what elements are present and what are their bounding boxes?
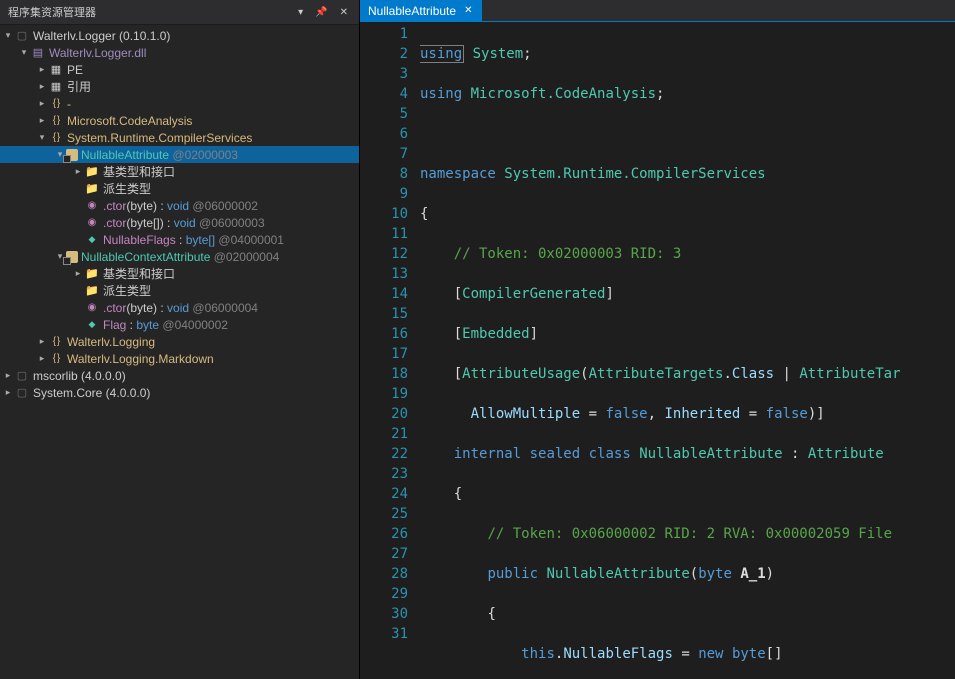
tab-nullableattribute[interactable]: NullableAttribute ✕	[360, 0, 482, 21]
assembly-icon	[14, 368, 30, 384]
twisty-icon[interactable]: ▸	[36, 115, 48, 126]
tree-refs[interactable]: ▸ ▦ 引用	[0, 78, 359, 95]
dropdown-icon[interactable]: ▾	[295, 7, 306, 18]
twisty-icon[interactable]: ▸	[36, 353, 48, 364]
tree-label: System.Runtime.CompilerServices	[67, 131, 252, 145]
namespace-icon	[48, 351, 64, 367]
tree-field[interactable]: Flag : byte @04000002	[0, 316, 359, 333]
panel-title: 程序集资源管理器	[8, 4, 289, 20]
tree-field[interactable]: NullableFlags : byte[] @04000001	[0, 231, 359, 248]
tab-label: NullableAttribute	[368, 4, 456, 18]
method-icon	[84, 215, 100, 231]
tree-label: .ctor(byte[]) : void @06000003	[103, 216, 265, 230]
field-icon	[84, 317, 100, 333]
tree-label: 派生类型	[103, 282, 151, 299]
tree-label: Microsoft.CodeAnalysis	[67, 114, 192, 128]
twisty-icon[interactable]: ▾	[18, 47, 30, 58]
tree-label: NullableFlags : byte[] @04000001	[103, 233, 284, 247]
class-icon	[66, 251, 78, 263]
tree-method[interactable]: .ctor(byte) : void @06000004	[0, 299, 359, 316]
tree-label: 基类型和接口	[103, 163, 175, 180]
twisty-icon[interactable]: ▸	[72, 268, 84, 279]
folder-icon	[84, 283, 100, 299]
tree-label: Walterlv.Logging	[67, 335, 155, 349]
tree-method[interactable]: .ctor(byte) : void @06000002	[0, 197, 359, 214]
twisty-icon[interactable]: ▸	[36, 336, 48, 347]
tree-method[interactable]: .ctor(byte[]) : void @06000003	[0, 214, 359, 231]
tree-asm[interactable]: ▸ System.Core (4.0.0.0)	[0, 384, 359, 401]
tree-ns-dash[interactable]: ▸ -	[0, 95, 359, 112]
tree-label: Walterlv.Logging.Markdown	[67, 352, 214, 366]
method-icon	[84, 198, 100, 214]
pin-icon[interactable]: 📌	[312, 7, 330, 18]
twisty-icon[interactable]: ▸	[2, 370, 14, 381]
panel-header: 程序集资源管理器 ▾ 📌 ✕	[0, 0, 359, 25]
field-icon	[84, 232, 100, 248]
tree-ns[interactable]: ▸ Microsoft.CodeAnalysis	[0, 112, 359, 129]
tree-label: .ctor(byte) : void @06000002	[103, 199, 258, 213]
tree-folder[interactable]: ▸ 基类型和接口	[0, 163, 359, 180]
tree-pe[interactable]: ▸ ▦ PE	[0, 61, 359, 78]
class-icon	[66, 149, 78, 161]
assembly-icon	[14, 28, 30, 44]
twisty-icon[interactable]: ▾	[36, 132, 48, 143]
twisty-icon[interactable]: ▸	[2, 387, 14, 398]
tree-class[interactable]: ▾ NullableContextAttribute @02000004	[0, 248, 359, 265]
namespace-icon	[48, 96, 64, 112]
tree-label: .ctor(byte) : void @06000004	[103, 301, 258, 315]
tree-label: Walterlv.Logger.dll	[49, 46, 146, 60]
twisty-icon[interactable]: ▾	[2, 30, 14, 41]
tree-ns[interactable]: ▸ Walterlv.Logging.Markdown	[0, 350, 359, 367]
assembly-icon	[14, 385, 30, 401]
twisty-icon[interactable]: ▸	[36, 81, 48, 92]
twisty-icon[interactable]: ▸	[72, 166, 84, 177]
tree-label: Flag : byte @04000002	[103, 318, 228, 332]
twisty-icon[interactable]: ▸	[36, 64, 48, 75]
tree-label: 引用	[67, 78, 91, 95]
code-editor[interactable]: 1234567891011121314151617181920212223242…	[360, 22, 955, 679]
tree-folder[interactable]: 派生类型	[0, 180, 359, 197]
tree-label: NullableContextAttribute @02000004	[81, 250, 279, 264]
tab-bar: NullableAttribute ✕	[360, 0, 955, 22]
assembly-explorer-panel: 程序集资源管理器 ▾ 📌 ✕ ▾ Walterlv.Logger (0.10.1…	[0, 0, 360, 679]
pe-icon: ▦	[48, 62, 64, 78]
tree-label: System.Core (4.0.0.0)	[33, 386, 150, 400]
tree-ns[interactable]: ▾ System.Runtime.CompilerServices	[0, 129, 359, 146]
tree-label: NullableAttribute @02000003	[81, 148, 238, 162]
line-gutter: 1234567891011121314151617181920212223242…	[360, 22, 420, 679]
tree-label: Walterlv.Logger (0.10.1.0)	[33, 29, 170, 43]
close-icon[interactable]: ✕	[337, 7, 351, 18]
folder-icon	[84, 266, 100, 282]
tree-ns[interactable]: ▸ Walterlv.Logging	[0, 333, 359, 350]
refs-icon: ▦	[48, 79, 64, 95]
tree-label: 派生类型	[103, 180, 151, 197]
tree-asm-root[interactable]: ▾ Walterlv.Logger (0.10.1.0)	[0, 27, 359, 44]
close-tab-icon[interactable]: ✕	[462, 5, 474, 16]
tree-asm[interactable]: ▸ mscorlib (4.0.0.0)	[0, 367, 359, 384]
tree-label: -	[67, 97, 71, 111]
tree-label: mscorlib (4.0.0.0)	[33, 369, 126, 383]
editor-pane: NullableAttribute ✕ 12345678910111213141…	[360, 0, 955, 679]
twisty-icon[interactable]: ▸	[36, 98, 48, 109]
namespace-icon	[48, 113, 64, 129]
folder-icon	[84, 181, 100, 197]
tree-class[interactable]: ▾ NullableAttribute @02000003	[0, 146, 359, 163]
namespace-icon	[48, 130, 64, 146]
tree-dll[interactable]: ▾ Walterlv.Logger.dll	[0, 44, 359, 61]
module-icon	[30, 45, 46, 61]
code-content[interactable]: using System; using Microsoft.CodeAnalys…	[420, 22, 955, 679]
method-icon	[84, 300, 100, 316]
assembly-tree[interactable]: ▾ Walterlv.Logger (0.10.1.0) ▾ Walterlv.…	[0, 25, 359, 679]
tree-label: PE	[67, 63, 83, 77]
tree-label: 基类型和接口	[103, 265, 175, 282]
namespace-icon	[48, 334, 64, 350]
folder-icon	[84, 164, 100, 180]
tree-folder[interactable]: 派生类型	[0, 282, 359, 299]
tree-folder[interactable]: ▸ 基类型和接口	[0, 265, 359, 282]
